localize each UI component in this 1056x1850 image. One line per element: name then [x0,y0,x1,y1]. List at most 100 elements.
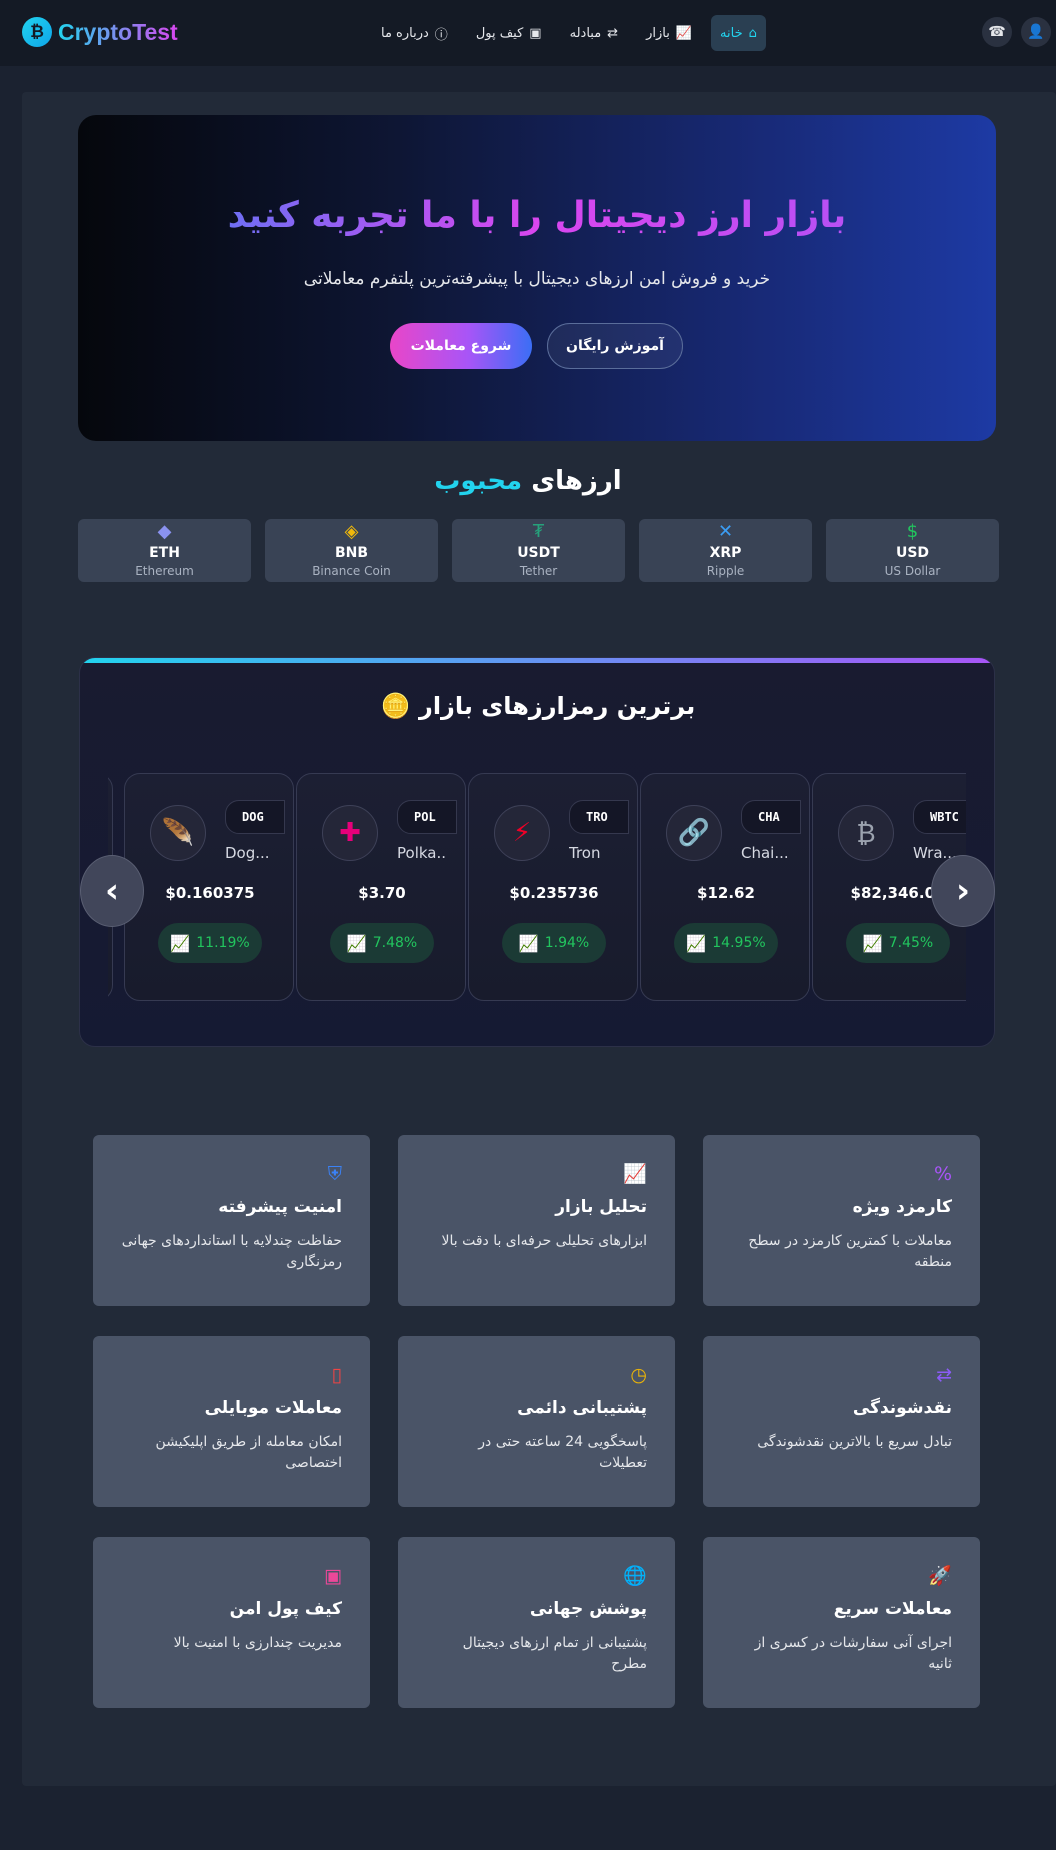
exchange-icon: ⇄ [607,25,619,41]
bnb-icon: ◈ [344,521,359,542]
dogecoin-icon: 🪶 [150,805,206,861]
feature-card: ⇄ نقدشوندگی تبادل سریع با بالاترین نقدشوند… [703,1336,980,1507]
coin-card[interactable]: ◆ ETH Ethereum [78,519,251,582]
coin-name: Ethereum [135,564,194,578]
feature-title: امنیت پیشرفته [218,1197,342,1217]
market-card[interactable]: ⚡ TRO Tron $0.235736 📈 1.94% [468,773,638,1001]
free-training-button[interactable]: آموزش رایگان [547,323,683,369]
top-cryptos-title: برترین رمزارزهای بازار 🪙 [80,692,994,720]
coin-symbol: BNB [334,545,369,561]
brand-name: CryptoTest [58,18,178,45]
price-change-value: 7.48% [372,935,418,951]
feature-card: ▯ معاملات موبایلی امکان معامله از طریق اپل… [93,1336,370,1507]
coin-card[interactable]: ◈ BNB Binance Coin [265,519,438,582]
coin-price: $12.62 [697,884,755,902]
price-change-badge: 📈 7.48% [330,923,434,963]
bitcoin-logo-icon: ₿ [22,17,52,47]
coin-symbol-badge: POL [397,800,457,834]
nav-item-label: درباره ما [381,25,429,41]
nav-item-market[interactable]: 📈 بازار [637,15,701,51]
coin-symbol: XRP [709,545,742,561]
coin-name: Dog... [225,844,270,862]
coin-name: Ripple [706,564,745,578]
nav-item-wallet[interactable]: ▣ کیف پول [467,15,551,51]
mobile-icon: ▯ [331,1364,342,1386]
hero-banner: بازار ارز دیجیتال را با ما تجربه کنید خر… [78,115,996,441]
coin-card[interactable]: ✕ XRP Ripple [639,519,812,582]
trend-up-icon: 📈 [686,933,707,953]
coin-card[interactable]: $ USD US Dollar [826,519,999,582]
tether-icon: ₮ [532,521,545,542]
hero-subtitle: خرید و فروش امن ارزهای دیجیتال با پیشرفت… [303,269,771,289]
percent-icon: % [933,1163,952,1185]
accent-bar [80,658,994,663]
top-cryptos-section: برترین رمزارزهای بازار 🪙 ₿ WBTC Wra... $82,… [79,657,995,1047]
trend-up-icon: 📈 [518,933,539,953]
feature-title: کیف پول امن [229,1599,342,1619]
coin-name: Binance Coin [312,564,391,578]
coin-symbol: USDT [517,545,560,561]
coin-price: $3.70 [358,884,406,902]
support-button[interactable]: ☎ [982,17,1012,47]
feature-title: کارمزد ویژه [852,1197,952,1217]
coin-card[interactable]: ₮ USDT Tether [452,519,625,582]
trend-up-icon: 📈 [346,933,367,953]
nav-item-about[interactable]: ⓘ درباره ما [372,15,457,51]
brand[interactable]: ₿ CryptoTest [22,17,178,47]
feature-card: ⛨ امنیت پیشرفته حفاظت چندلایه با استاندارد… [93,1135,370,1306]
market-card[interactable]: 🪶 DOG Dog... $0.160375 📈 11.19% [124,773,294,1001]
coin-price: $0.160375 [165,884,255,902]
coin-name: Chai... [741,844,789,862]
feature-description: پشتیبانی از تمام ارزهای دیجیتال مطرح [462,1635,647,1672]
coin-name: Polka... [397,844,447,862]
price-change-value: 1.94% [544,935,590,951]
price-change-badge: 📈 7.45% [846,923,950,963]
coin-symbol: ETH [149,545,180,561]
dollar-icon: $ [906,521,919,542]
wrapped-bitcoin-icon: ₿ [838,805,894,861]
user-account-button[interactable]: 👤 [1021,17,1051,47]
hero-title: بازار ارز دیجیتال را با ما تجربه کنید [78,195,996,236]
popular-coins-title: ارزهای محبوب [0,466,1056,496]
chart-line-icon: 📈 [675,25,693,41]
feature-description: ابزارهای تحلیلی حرفه‌ای با دقت بالا [441,1233,647,1249]
carousel-prev-button[interactable]: ‹ [80,855,144,927]
market-card[interactable]: 🔗 CHA Chai... $12.62 📈 14.95% [640,773,810,1001]
popular-title-main: ارزهای [531,466,622,496]
info-icon: ⓘ [434,27,448,43]
clock-icon: ◷ [630,1364,647,1386]
polkadot-icon: ✚ [322,805,378,861]
coin-name: Tether [519,564,558,578]
top-cryptos-title-text: برترین رمزارزهای بازار [419,692,696,720]
feature-description: پاسخگویی 24 ساعته حتی در تعطیلات [478,1434,647,1471]
trend-up-icon: 📈 [862,933,883,953]
feature-title: نقدشوندگی [852,1398,952,1418]
nav-item-label: بازار [646,25,670,41]
chainlink-icon: 🔗 [666,805,722,861]
coin-price: $0.235736 [509,884,599,902]
feature-card: % کارمزد ویژه معاملات با کمترین کارمزد در … [703,1135,980,1306]
feature-card: 🌐 پوشش جهانی پشتیبانی از تمام ارزهای دیجیت… [398,1537,675,1708]
rocket-icon: 🚀 [928,1565,952,1587]
crypto-carousel-track[interactable]: ₿ WBTC Wra... $82,346.00 📈 7.45% 🔗 CHA Chai... $1… [108,773,966,1003]
feature-description: امکان معامله از طریق اپلیکیشن اختصاصی [155,1434,342,1471]
chart-area-icon: 📈 [623,1163,647,1185]
feature-description: مدیریت چندارزی با امنیت بالا [173,1635,342,1651]
coins-icon: 🪙 [380,692,411,720]
headset-icon: ☎ [988,24,1006,40]
coin-symbol-badge: DOG [225,800,285,834]
home-icon: ⌂ [748,25,757,41]
navbar: ₿ CryptoTest ⌂ خانه 📈 بازار ⇄ مبادله ▣ ک… [0,0,1056,66]
start-trading-button[interactable]: شروع معاملات [390,323,532,369]
shield-icon: ⛨ [327,1163,342,1185]
ethereum-icon: ◆ [157,521,172,542]
features-grid: ⛨ امنیت پیشرفته حفاظت چندلایه با استاندارد… [93,1135,980,1708]
feature-title: معاملات سریع [833,1599,952,1619]
nav-item-exchange[interactable]: ⇄ مبادله [561,15,627,51]
price-change-badge: 📈 14.95% [674,923,778,963]
market-card[interactable]: ✚ POL Polka... $3.70 📈 7.48% [296,773,466,1001]
coin-symbol-badge: CHA [741,800,801,834]
carousel-next-button[interactable]: › [931,855,995,927]
wallet-icon: ▣ [324,1565,342,1587]
nav-item-home[interactable]: ⌂ خانه [711,15,766,51]
